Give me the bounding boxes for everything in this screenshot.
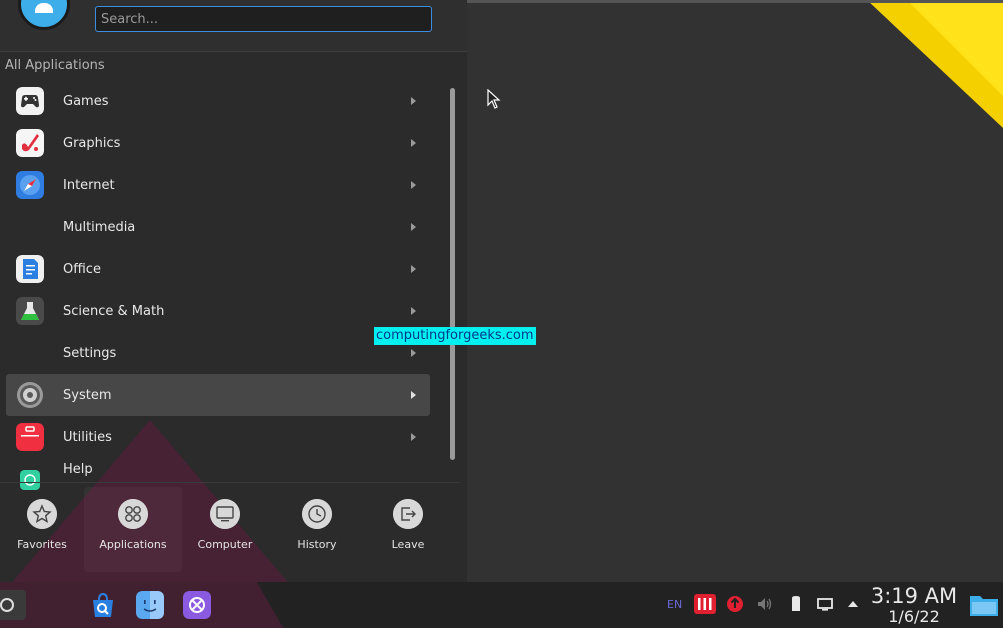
chevron-right-icon xyxy=(411,349,416,357)
category-help[interactable]: Help xyxy=(6,458,430,490)
clock-date[interactable]: 1/6/22 xyxy=(862,607,966,626)
star-icon xyxy=(27,499,57,529)
chevron-right-icon xyxy=(411,223,416,231)
tab-label: History xyxy=(297,538,337,551)
finder-icon[interactable] xyxy=(136,591,164,619)
chevron-right-icon xyxy=(411,307,416,315)
watermark-text: computingforgeeks.com xyxy=(374,327,536,345)
category-games[interactable]: Games xyxy=(6,80,430,122)
tab-label: Favorites xyxy=(17,538,67,551)
category-label: Games xyxy=(63,93,109,109)
logout-icon xyxy=(393,499,423,529)
category-label: Science & Math xyxy=(63,303,165,319)
menu-tabs: Favorites Applications Computer History … xyxy=(0,487,460,572)
grid-icon xyxy=(118,499,148,529)
compass-icon xyxy=(16,171,44,199)
scrollbar[interactable] xyxy=(450,88,455,460)
tab-leave[interactable]: Leave xyxy=(359,487,457,572)
tab-applications[interactable]: Applications xyxy=(84,487,182,572)
category-label: Multimedia xyxy=(63,219,136,235)
menu-header xyxy=(0,0,467,52)
usb-drive-icon[interactable] xyxy=(787,595,805,613)
volume-icon[interactable] xyxy=(756,595,774,613)
category-utilities[interactable]: Utilities xyxy=(6,416,430,458)
section-label: All Applications xyxy=(5,58,105,73)
update-notifier-icon[interactable] xyxy=(726,595,744,613)
gamepad-icon xyxy=(16,87,44,115)
category-multimedia[interactable]: Multimedia xyxy=(6,206,430,248)
taskbar: EN 3:19 AM 1/6/22 xyxy=(0,582,1003,628)
graphics-icon xyxy=(16,129,44,157)
category-science-math[interactable]: Science & Math xyxy=(6,290,430,332)
application-launcher-menu: All Applications Games Graphics xyxy=(0,0,467,582)
category-settings[interactable]: Settings xyxy=(6,332,430,374)
chevron-right-icon xyxy=(411,433,416,441)
category-label: Settings xyxy=(63,345,117,361)
chevron-right-icon xyxy=(411,139,416,147)
chevron-right-icon xyxy=(411,391,416,399)
toolbox-icon xyxy=(16,423,44,451)
user-avatar-icon[interactable] xyxy=(18,0,70,30)
monitor-icon xyxy=(210,499,240,529)
category-list: Games Graphics Internet Multimedia Offic… xyxy=(6,80,430,490)
divider xyxy=(0,482,460,483)
taskbar-wallpaper-deco-edge xyxy=(200,582,340,628)
category-label: Utilities xyxy=(63,429,112,445)
tab-computer[interactable]: Computer xyxy=(176,487,274,572)
category-label: System xyxy=(63,387,112,403)
clock-time[interactable]: 3:19 AM xyxy=(862,584,966,608)
flask-icon xyxy=(16,297,44,325)
search-input[interactable] xyxy=(95,6,432,32)
tab-label: Applications xyxy=(99,538,167,551)
keyboard-layout-indicator[interactable]: EN xyxy=(667,598,682,611)
multimedia-icon xyxy=(16,213,44,241)
gear-icon xyxy=(17,382,43,408)
document-icon xyxy=(16,255,44,283)
chevron-right-icon xyxy=(411,97,416,105)
display-icon[interactable] xyxy=(816,595,834,613)
chevron-right-icon xyxy=(411,181,416,189)
wallpaper-yellow-shape-light xyxy=(907,3,1003,96)
category-label: Office xyxy=(63,261,101,277)
tab-favorites[interactable]: Favorites xyxy=(0,487,91,572)
category-graphics[interactable]: Graphics xyxy=(6,122,430,164)
category-label: Internet xyxy=(63,177,115,193)
tab-history[interactable]: History xyxy=(268,487,366,572)
tab-label: Computer xyxy=(197,538,253,551)
system-settings-icon[interactable] xyxy=(183,591,211,619)
folder-icon[interactable] xyxy=(969,593,999,617)
desktop-wallpaper xyxy=(467,3,1003,582)
category-office[interactable]: Office xyxy=(6,248,430,290)
launcher-button[interactable] xyxy=(0,590,26,620)
chevron-right-icon xyxy=(411,265,416,273)
clock-icon xyxy=(302,499,332,529)
category-system[interactable]: System xyxy=(6,374,430,416)
mouse-cursor-icon xyxy=(487,89,501,109)
category-internet[interactable]: Internet xyxy=(6,164,430,206)
mega-sync-icon[interactable] xyxy=(694,594,716,614)
category-label: Help xyxy=(63,462,93,477)
settings-icon xyxy=(16,339,44,367)
category-label: Graphics xyxy=(63,135,121,151)
discover-store-icon[interactable] xyxy=(89,591,117,619)
chevron-up-icon[interactable] xyxy=(844,595,862,613)
tab-label: Leave xyxy=(391,538,425,551)
desktop: All Applications Games Graphics xyxy=(0,0,1003,628)
